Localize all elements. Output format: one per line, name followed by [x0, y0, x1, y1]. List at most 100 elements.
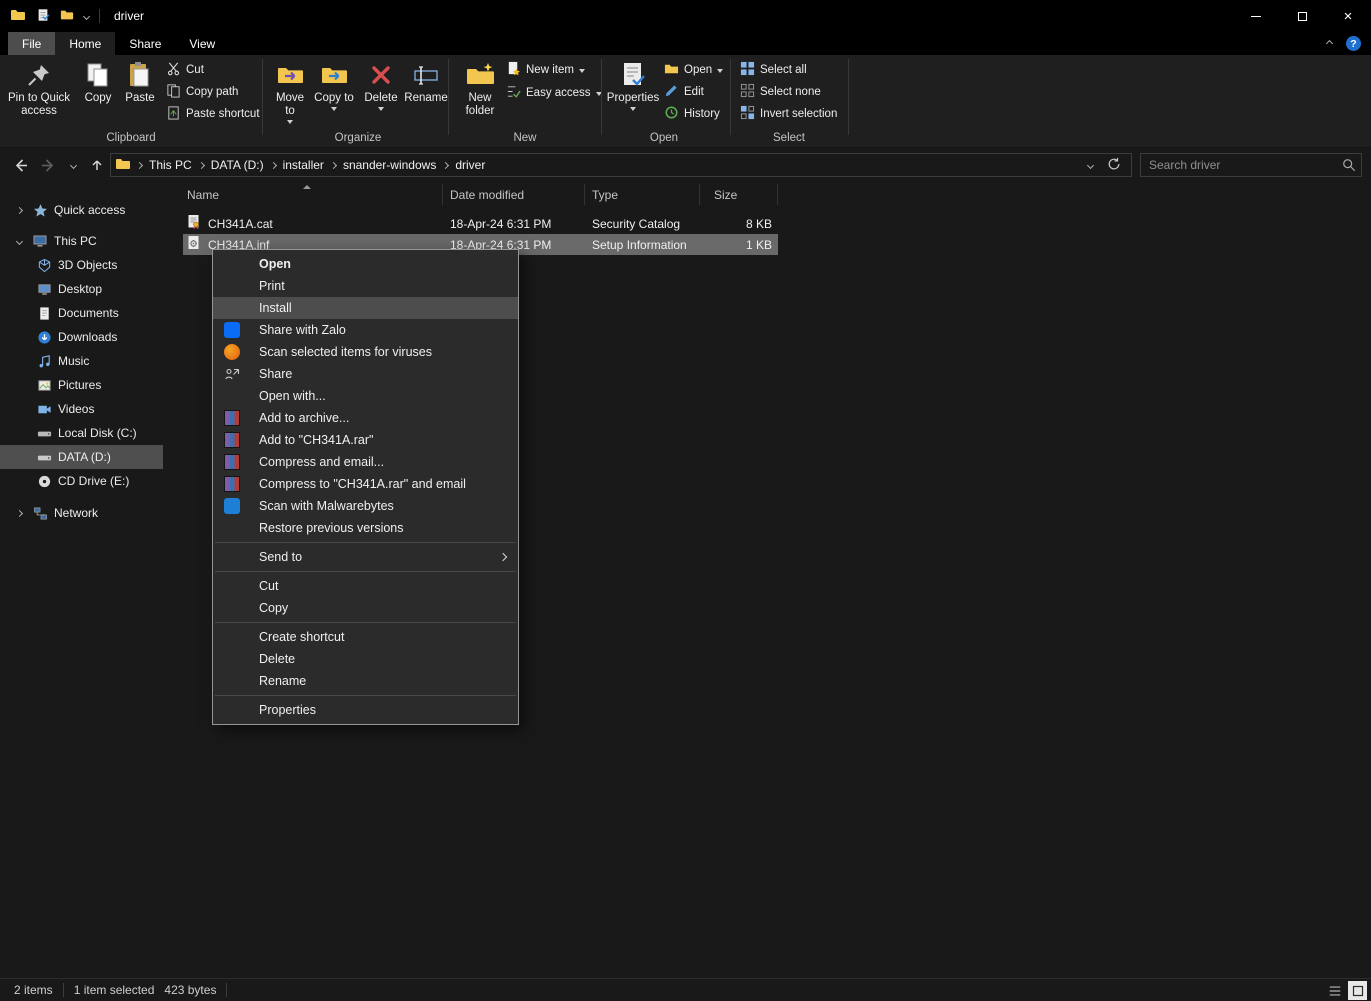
copy-button[interactable]: Copy [78, 58, 118, 134]
details-view-button[interactable] [1325, 981, 1344, 1000]
menu-item-copy[interactable]: Copy [213, 597, 518, 619]
menu-item-share-with-zalo[interactable]: Share with Zalo [213, 319, 518, 341]
breadcrumb-driver[interactable]: driver [448, 158, 492, 172]
sidebar-item-videos[interactable]: Videos [0, 397, 163, 421]
sidebar-item-3d-objects[interactable]: 3D Objects [0, 253, 163, 277]
select-all-button[interactable]: Select all [740, 59, 807, 81]
new-folder-button[interactable]: New folder [458, 58, 502, 134]
zalo-icon [224, 322, 240, 338]
tab-home[interactable]: Home [55, 32, 115, 55]
minimize-button[interactable] [1233, 0, 1279, 32]
rename-button[interactable]: Rename [404, 58, 448, 134]
sidebar-item-local-disk-c[interactable]: Local Disk (C:) [0, 421, 163, 445]
address-bar[interactable]: This PC DATA (D:) installer snander-wind… [110, 153, 1132, 177]
copy-path-button[interactable]: Copy path [166, 81, 238, 103]
tabrow-right: ? [1327, 32, 1361, 55]
breadcrumb-data-d[interactable]: DATA (D:) [204, 158, 271, 172]
menu-item-open-with[interactable]: Open with... [213, 385, 518, 407]
column-header-date-modified[interactable]: Date modified [443, 184, 585, 205]
minimize-ribbon-chevron-icon[interactable] [1326, 40, 1333, 47]
history-button[interactable]: History [664, 103, 720, 125]
sidebar-item-data-d[interactable]: DATA (D:) [0, 445, 163, 469]
share-icon [224, 366, 240, 382]
breadcrumb-this-pc[interactable]: This PC [142, 158, 199, 172]
expand-chevron-icon[interactable] [12, 208, 26, 213]
sidebar-item-this-pc[interactable]: This PC [0, 229, 163, 253]
recent-locations-button[interactable] [60, 152, 86, 178]
maximize-button[interactable] [1279, 0, 1325, 32]
menu-item-install[interactable]: Install [213, 297, 518, 319]
menu-item-scan-for-viruses[interactable]: Scan selected items for viruses [213, 341, 518, 363]
sidebar-item-pictures[interactable]: Pictures [0, 373, 163, 397]
tab-file[interactable]: File [8, 32, 55, 55]
menu-item-open[interactable]: Open [213, 253, 518, 275]
move-to-button[interactable]: Move to [270, 58, 310, 134]
menu-item-label: Create shortcut [259, 630, 344, 644]
sidebar-item-downloads[interactable]: Downloads [0, 325, 163, 349]
paste-button[interactable]: Paste [120, 58, 160, 134]
column-header-size[interactable]: Size [700, 184, 778, 205]
open-button[interactable]: Open [664, 59, 723, 81]
expand-chevron-icon[interactable] [12, 511, 26, 516]
forward-button[interactable] [34, 152, 60, 178]
menu-item-compress-and-email[interactable]: Compress and email... [213, 451, 518, 473]
refresh-icon[interactable] [1107, 157, 1121, 174]
delete-button[interactable]: Delete [360, 58, 402, 134]
delete-dropdown-icon [378, 107, 384, 111]
sidebar-item-cd-drive-e[interactable]: CD Drive (E:) [0, 469, 163, 493]
menu-item-compress-to-rar-and-email[interactable]: Compress to "CH341A.rar" and email [213, 473, 518, 495]
address-dropdown-chevron-icon[interactable] [1087, 161, 1094, 168]
column-header-name[interactable]: Name [183, 184, 443, 205]
pin-to-quick-access-button[interactable]: Pin to Quick access [6, 58, 72, 134]
menu-item-create-shortcut[interactable]: Create shortcut [213, 626, 518, 648]
sidebar-item-documents[interactable]: Documents [0, 301, 163, 325]
file-row-ch341a-cat[interactable]: CH341A.cat 18-Apr-24 6:31 PM Security Ca… [183, 213, 778, 234]
edit-button[interactable]: Edit [664, 81, 704, 103]
close-button[interactable]: × [1325, 0, 1371, 32]
quick-access-toolbar-chevron-icon[interactable] [83, 12, 90, 19]
menu-item-label: Compress and email... [259, 455, 384, 469]
tab-share[interactable]: Share [115, 32, 175, 55]
menu-item-cut[interactable]: Cut [213, 575, 518, 597]
menu-item-properties[interactable]: Properties [213, 699, 518, 721]
invert-selection-button[interactable]: Invert selection [740, 103, 837, 125]
new-item-button[interactable]: New item [506, 59, 585, 81]
menu-item-share[interactable]: Share [213, 363, 518, 385]
open-dropdown-icon [717, 69, 723, 73]
select-none-button[interactable]: Select none [740, 81, 821, 103]
properties-button[interactable]: Properties [608, 58, 658, 134]
up-button[interactable] [84, 152, 110, 178]
sidebar-item-desktop[interactable]: Desktop [0, 277, 163, 301]
sidebar-item-quick-access[interactable]: Quick access [0, 198, 163, 222]
sidebar-item-music[interactable]: Music [0, 349, 163, 373]
cut-button[interactable]: Cut [166, 59, 204, 81]
menu-item-add-to-archive[interactable]: Add to archive... [213, 407, 518, 429]
paste-shortcut-button[interactable]: Paste shortcut [166, 103, 260, 125]
address-bar-right [1088, 157, 1127, 174]
breadcrumb-installer[interactable]: installer [276, 158, 331, 172]
file-type: Security Catalog [585, 217, 700, 231]
menu-item-scan-with-malwarebytes[interactable]: Scan with Malwarebytes [213, 495, 518, 517]
copy-to-button[interactable]: Copy to [314, 58, 354, 134]
copy-to-icon [320, 58, 348, 92]
menu-item-rename[interactable]: Rename [213, 670, 518, 692]
menu-item-delete[interactable]: Delete [213, 648, 518, 670]
tab-view[interactable]: View [175, 32, 229, 55]
search-input[interactable] [1140, 153, 1362, 177]
collapse-chevron-icon[interactable] [12, 239, 26, 244]
toolbar-properties-icon[interactable] [36, 8, 50, 25]
breadcrumb-snander-windows[interactable]: snander-windows [336, 158, 443, 172]
back-button[interactable] [8, 152, 34, 178]
column-header-type[interactable]: Type [585, 184, 700, 205]
menu-separator [215, 571, 516, 572]
menu-item-send-to[interactable]: Send to [213, 546, 518, 568]
sidebar-item-network[interactable]: Network [0, 501, 163, 525]
search-icon[interactable] [1342, 158, 1356, 175]
menu-item-restore-previous-versions[interactable]: Restore previous versions [213, 517, 518, 539]
menu-item-add-to-rar[interactable]: Add to "CH341A.rar" [213, 429, 518, 451]
help-icon[interactable]: ? [1346, 36, 1361, 51]
large-icons-view-button[interactable] [1348, 981, 1367, 1000]
easy-access-button[interactable]: Easy access [506, 82, 602, 104]
toolbar-new-folder-icon[interactable] [60, 8, 74, 25]
menu-item-print[interactable]: Print [213, 275, 518, 297]
